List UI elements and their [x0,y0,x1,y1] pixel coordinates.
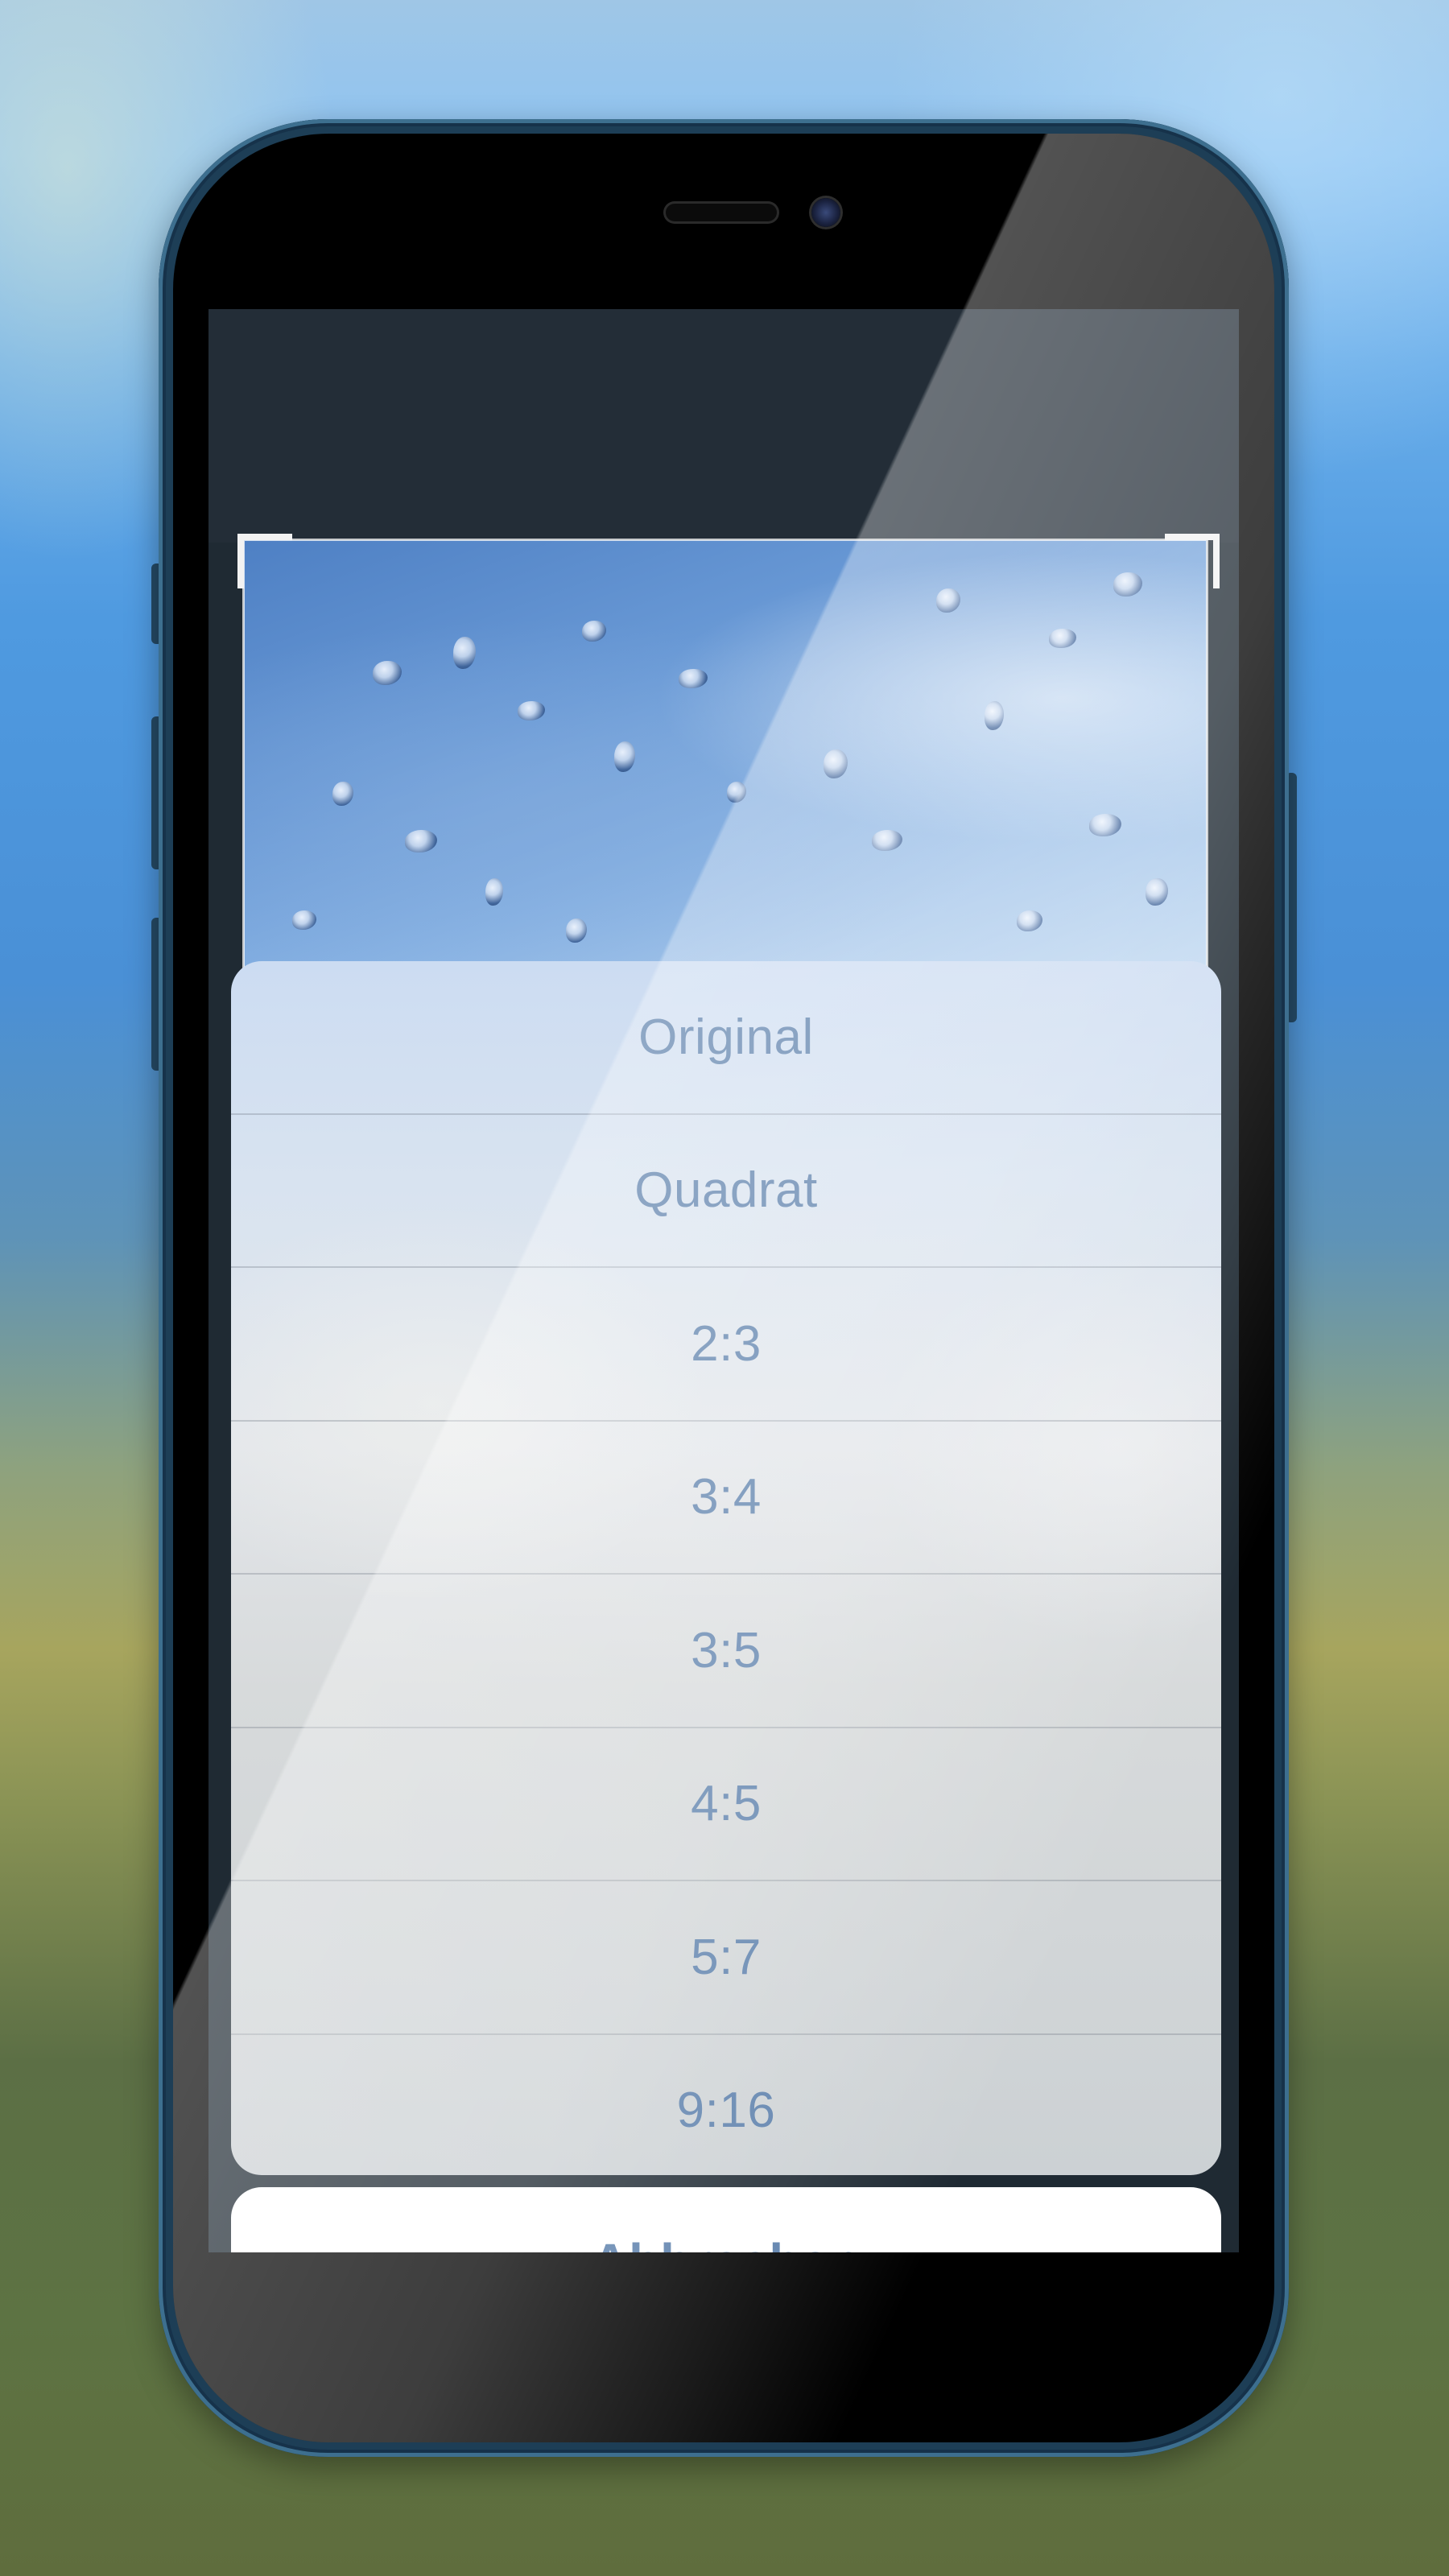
phone-frame: Original Quadrat 2:3 3:4 3:5 4:5 5:7 9:1… [159,119,1289,2457]
aspect-ratio-action-sheet: Original Quadrat 2:3 3:4 3:5 4:5 5:7 9:1… [231,961,1221,2175]
crop-corner-icon[interactable] [1165,534,1220,588]
phone-bezel: Original Quadrat 2:3 3:4 3:5 4:5 5:7 9:1… [173,134,1274,2442]
option-3-4[interactable]: 3:4 [231,1419,1221,1574]
option-5-7[interactable]: 5:7 [231,1880,1221,2033]
option-original[interactable]: Original [231,961,1221,1113]
screen: Original Quadrat 2:3 3:4 3:5 4:5 5:7 9:1… [208,309,1239,2252]
earpiece-speaker-icon [666,204,777,221]
front-camera-icon [811,198,840,227]
crop-corner-icon[interactable] [237,534,292,588]
option-2-3[interactable]: 2:3 [231,1266,1221,1420]
crop-frame[interactable] [242,539,1208,993]
option-quadrat[interactable]: Quadrat [231,1113,1221,1267]
option-4-5[interactable]: 4:5 [231,1726,1221,1880]
cancel-button[interactable]: Abbrechen [231,2187,1221,2252]
option-3-5[interactable]: 3:5 [231,1573,1221,1727]
editor-top-area [208,309,1239,543]
option-9-16[interactable]: 9:16 [231,2033,1221,2176]
